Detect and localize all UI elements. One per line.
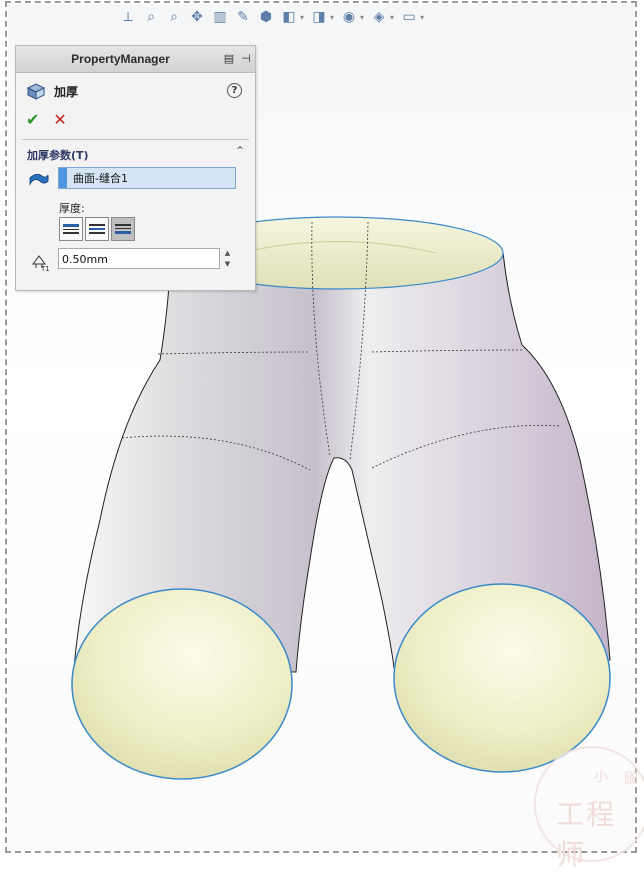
section-title: 加厚参数(T) [27,149,89,162]
selection-item[interactable]: 曲面-缝合1 [73,170,128,186]
thickness-spinner[interactable]: ▲ ▼ [221,248,234,269]
property-manager-panel: PropertyManager ▤ ⊣ 加厚 ? ✔ ✕ 加厚参数(T) ⌃ 曲… [15,45,256,291]
thickness-input[interactable]: 0.50mm [58,248,220,269]
thickness-depth-icon: T1 [32,255,50,272]
property-manager-header: PropertyManager ▤ ⊣ [16,46,255,73]
left-leg-opening [71,588,293,780]
surface-selection-field[interactable]: 曲面-缝合1 [58,167,236,189]
surface-select-icon [29,173,49,186]
svg-text:T1: T1 [40,265,50,272]
watermark-text-small-2: 國 [624,771,638,787]
feature-name: 加厚 [54,84,79,99]
pin-icon[interactable]: ⊣ [239,51,253,65]
property-manager-title: PropertyManager [71,52,170,66]
cancel-button[interactable]: ✕ [53,110,66,129]
watermark-text-small: 小 [594,769,608,785]
thicken-feature-icon [26,83,46,100]
spinner-down-icon[interactable]: ▼ [225,260,230,268]
spinner-up-icon[interactable]: ▲ [225,249,230,257]
thicken-side2-button[interactable] [111,217,135,241]
ok-button[interactable]: ✔ [26,110,39,129]
panel-options-icon[interactable]: ▤ [222,51,236,65]
thickness-label: 厚度: [59,202,85,215]
watermark-text: 工程师 [556,798,617,871]
divider [22,139,249,140]
collapse-chevron-icon[interactable]: ⌃ [235,144,245,158]
thicken-side1-button[interactable] [59,217,83,241]
right-leg-opening [393,583,611,773]
selection-color-bar [59,168,67,188]
thicken-both-sides-button[interactable] [85,217,109,241]
help-icon[interactable]: ? [227,83,242,98]
